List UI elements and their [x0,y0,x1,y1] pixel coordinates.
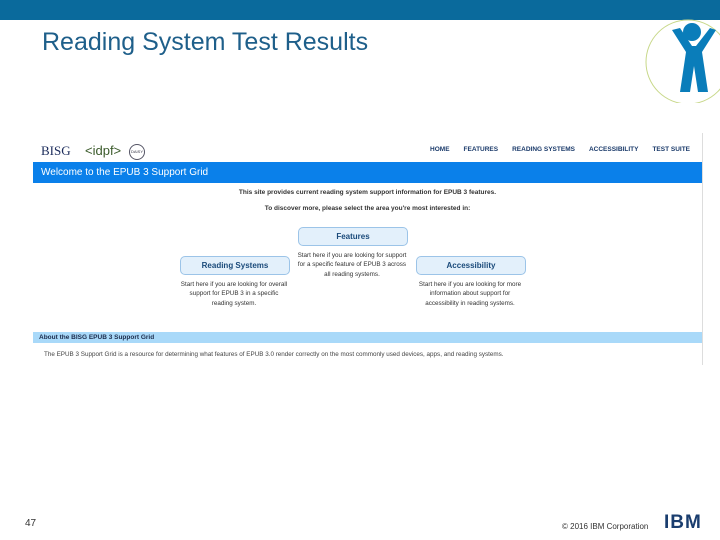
accessibility-button[interactable]: Accessibility [416,256,526,275]
features-desc: Start here if you are looking for suppor… [297,252,407,278]
about-header: About the BISG EPUB 3 Support Grid [33,332,702,343]
nav-features[interactable]: FEATURES [464,146,499,153]
person-logo-icon [645,19,720,103]
site-nav: HOME FEATURES READING SYSTEMS ACCESSIBIL… [430,146,690,153]
nav-test-suite[interactable]: TEST SUITE [652,146,690,153]
slide-title: Reading System Test Results [42,28,369,56]
intro-prompt: To discover more, please select the area… [264,205,471,212]
nav-accessibility[interactable]: ACCESSIBILITY [589,146,638,153]
copyright: © 2016 IBM Corporation [562,522,649,531]
reading-systems-button[interactable]: Reading Systems [180,256,290,275]
welcome-banner: Welcome to the EPUB 3 Support Grid [33,162,702,183]
page-number: 47 [25,518,37,529]
idpf-logo: <idpf> [85,143,122,158]
accessibility-desc: Start here if you are looking for more i… [418,281,522,307]
bisg-logo: BISG [41,143,71,158]
nav-home[interactable]: HOME [430,146,450,153]
ibm-logo: IBM [664,512,702,534]
features-button[interactable]: Features [298,227,408,246]
about-text: The EPUB 3 Support Grid is a resource fo… [44,351,504,358]
nav-reading-systems[interactable]: READING SYSTEMS [512,146,575,153]
top-bar [0,0,720,20]
daisy-logo: DAISY [129,144,145,160]
intro-text: This site provides current reading syste… [238,189,497,196]
reading-systems-desc: Start here if you are looking for overal… [180,281,288,307]
website-screenshot: BISG <idpf> DAISY HOME FEATURES READING … [33,133,703,365]
